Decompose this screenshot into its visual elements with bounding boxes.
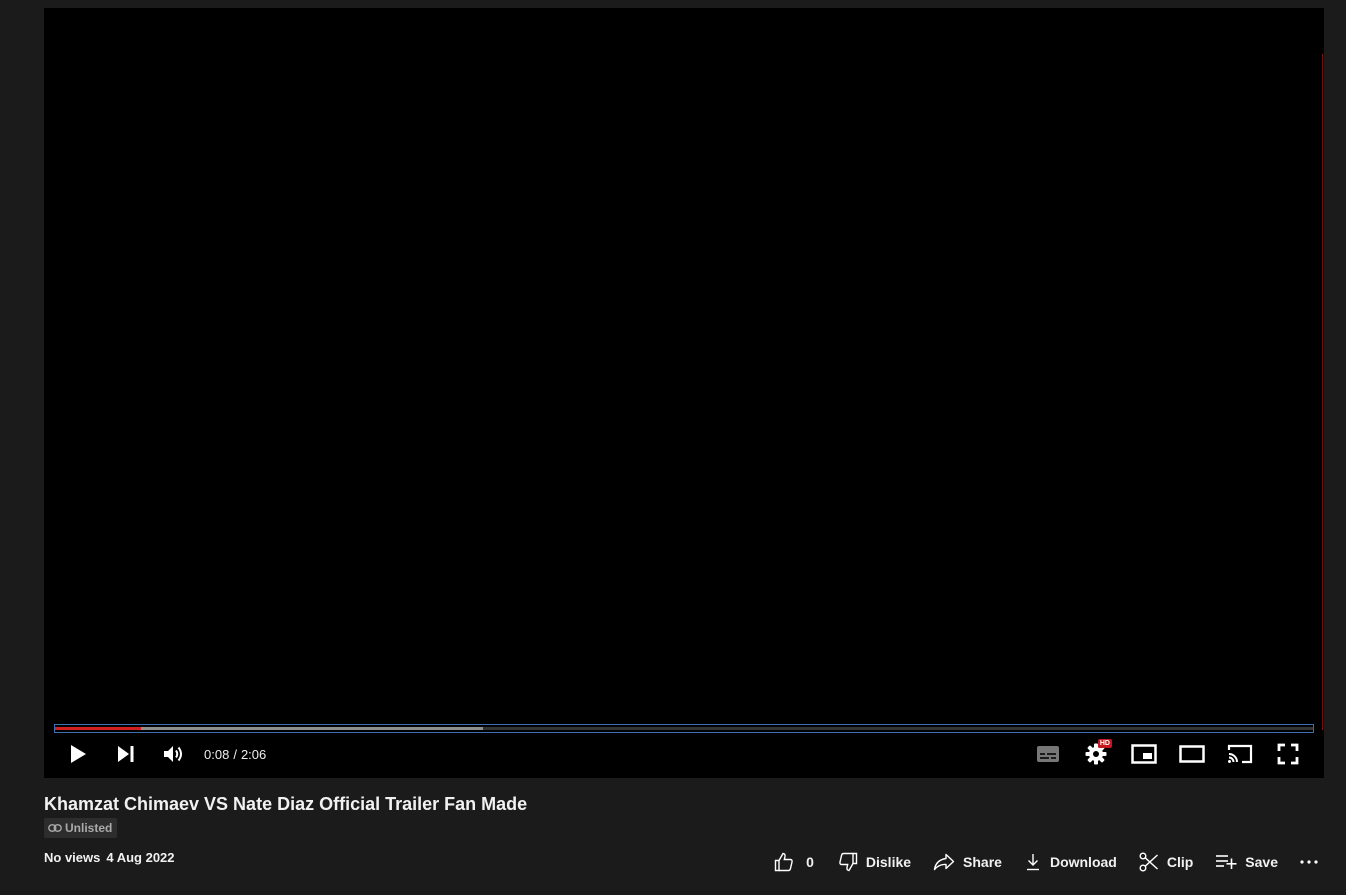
player-controls: 0:08/2:06 HD bbox=[44, 736, 1324, 772]
controls-right: HD bbox=[1024, 736, 1312, 772]
view-count: No views bbox=[44, 850, 101, 865]
download-label: Download bbox=[1049, 854, 1117, 870]
cast-button[interactable] bbox=[1216, 736, 1264, 772]
share-icon bbox=[933, 853, 955, 871]
watch-page: 0:08/2:06 HD Khamzat Chimaev VS Nate Dia… bbox=[0, 0, 1346, 895]
duration: 2:06 bbox=[240, 746, 267, 762]
cast-icon bbox=[1227, 744, 1253, 764]
volume-icon bbox=[164, 746, 182, 762]
thumbs-down-icon bbox=[839, 852, 858, 872]
mute-button[interactable] bbox=[150, 736, 198, 772]
controls-left: 0:08/2:06 bbox=[44, 736, 266, 772]
time-separator: / bbox=[233, 746, 237, 762]
theater-mode-button[interactable] bbox=[1168, 736, 1216, 772]
video-player[interactable]: 0:08/2:06 HD bbox=[44, 8, 1324, 778]
upload-date: 4 Aug 2022 bbox=[106, 850, 175, 865]
clip-label: Clip bbox=[1166, 854, 1194, 870]
play-button[interactable] bbox=[54, 736, 102, 772]
next-button[interactable] bbox=[102, 736, 150, 772]
clip-button[interactable]: Clip bbox=[1139, 852, 1193, 872]
visibility-label: Unlisted bbox=[65, 821, 113, 835]
miniplayer-icon bbox=[1131, 744, 1157, 764]
skip-next-icon bbox=[118, 746, 134, 762]
scissors-icon bbox=[1139, 852, 1158, 872]
progress-played bbox=[55, 727, 141, 730]
share-label: Share bbox=[963, 854, 1002, 870]
like-button[interactable]: 0 bbox=[774, 852, 814, 872]
playlist-add-icon bbox=[1216, 855, 1237, 869]
like-count: 0 bbox=[806, 854, 814, 870]
save-button[interactable]: Save bbox=[1215, 854, 1278, 870]
play-icon bbox=[71, 745, 86, 763]
miniplayer-button[interactable] bbox=[1120, 736, 1168, 772]
download-button[interactable]: Download bbox=[1024, 853, 1117, 871]
current-time: 0:08 bbox=[204, 746, 230, 762]
progress-track[interactable] bbox=[55, 727, 1313, 730]
more-actions-button[interactable] bbox=[1300, 859, 1318, 865]
fullscreen-icon bbox=[1277, 743, 1299, 765]
save-label: Save bbox=[1245, 854, 1278, 870]
video-meta: No views 4 Aug 2022 bbox=[44, 850, 175, 865]
download-icon bbox=[1026, 854, 1039, 871]
link-icon bbox=[48, 824, 62, 832]
action-bar: 0 Dislike Share Download Clip Save bbox=[774, 848, 1318, 876]
video-surface[interactable] bbox=[44, 8, 1324, 778]
dislike-label: Dislike bbox=[865, 854, 912, 870]
theater-mode-icon bbox=[1179, 745, 1205, 763]
progress-bar[interactable] bbox=[54, 724, 1314, 733]
hd-badge: HD bbox=[1097, 739, 1112, 748]
fullscreen-button[interactable] bbox=[1264, 736, 1312, 772]
visibility-badge: Unlisted bbox=[44, 818, 118, 838]
time-display: 0:08/2:06 bbox=[204, 747, 266, 762]
video-edge-line bbox=[1322, 54, 1323, 730]
video-title: Khamzat Chimaev VS Nate Diaz Official Tr… bbox=[44, 794, 528, 814]
share-button[interactable]: Share bbox=[933, 853, 1002, 871]
thumbs-up-icon bbox=[774, 852, 793, 872]
settings-button[interactable]: HD bbox=[1072, 736, 1120, 772]
more-horizontal-icon bbox=[1300, 860, 1318, 864]
subtitles-button[interactable] bbox=[1024, 736, 1072, 772]
dislike-button[interactable]: Dislike bbox=[838, 852, 911, 872]
subtitles-icon bbox=[1037, 746, 1059, 762]
